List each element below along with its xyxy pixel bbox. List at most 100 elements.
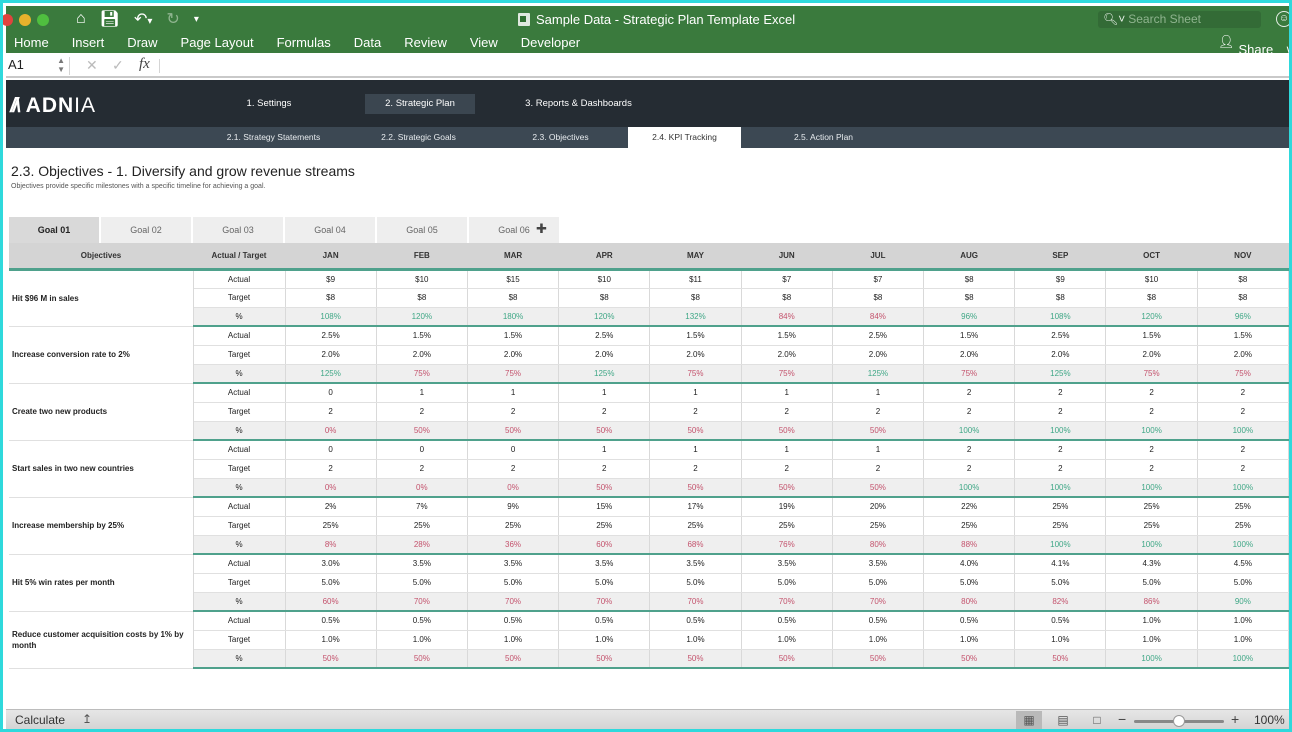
goal-tab-04[interactable]: Goal 04 (285, 217, 375, 243)
row-type-label[interactable]: Actual (193, 383, 286, 403)
row-type-label[interactable]: Target (193, 345, 286, 365)
page-break-view-button[interactable]: □ (1084, 711, 1110, 729)
pct-cell[interactable]: 75% (923, 364, 1016, 384)
actual-cell[interactable]: 1 (741, 440, 833, 460)
actual-cell[interactable]: 0 (376, 440, 468, 460)
pct-cell[interactable]: 50% (649, 421, 742, 441)
home-icon[interactable]: ⌂ (76, 10, 86, 28)
target-cell[interactable]: 2 (741, 402, 833, 422)
pct-cell[interactable]: 60% (285, 592, 377, 612)
row-type-label[interactable]: % (193, 478, 286, 498)
actual-cell[interactable]: 1.0% (1197, 611, 1289, 631)
ribbon-tab-review[interactable]: Review (404, 35, 447, 50)
pct-cell[interactable]: 36% (467, 535, 560, 555)
actual-cell[interactable]: 1.5% (1105, 326, 1198, 346)
pct-cell[interactable]: 75% (1197, 364, 1289, 384)
pct-cell[interactable]: 0% (376, 478, 468, 498)
actual-cell[interactable]: $10 (558, 269, 651, 289)
ribbon-tab-data[interactable]: Data (354, 35, 381, 50)
actual-cell[interactable]: 4.1% (1014, 554, 1107, 574)
actual-cell[interactable]: 25% (1014, 497, 1107, 517)
pct-cell[interactable]: 50% (467, 421, 560, 441)
actual-cell[interactable]: 1.5% (1197, 326, 1289, 346)
actual-cell[interactable]: $10 (1105, 269, 1198, 289)
pct-cell[interactable]: 86% (1105, 592, 1198, 612)
ribbon-tab-home[interactable]: Home (14, 35, 49, 50)
normal-view-button[interactable]: ▦ (1016, 711, 1042, 729)
pct-cell[interactable]: 125% (285, 364, 377, 384)
actual-cell[interactable]: 7% (376, 497, 468, 517)
target-cell[interactable]: $8 (285, 288, 377, 308)
target-cell[interactable]: 1.0% (741, 630, 833, 650)
actual-cell[interactable]: 19% (741, 497, 833, 517)
target-cell[interactable]: $8 (558, 288, 651, 308)
actual-cell[interactable]: 0 (467, 440, 560, 460)
actual-cell[interactable]: 1 (376, 383, 468, 403)
pct-cell[interactable]: 80% (832, 535, 925, 555)
customize-icon[interactable]: ▾ (194, 14, 199, 25)
actual-cell[interactable]: 0.5% (558, 611, 651, 631)
row-type-label[interactable]: % (193, 421, 286, 441)
target-cell[interactable]: 5.0% (285, 573, 377, 593)
goal-tab-05[interactable]: Goal 05 (377, 217, 467, 243)
target-cell[interactable]: 25% (376, 516, 468, 536)
actual-cell[interactable]: 3.5% (649, 554, 742, 574)
pct-cell[interactable]: 100% (923, 421, 1016, 441)
actual-cell[interactable]: 9% (467, 497, 560, 517)
pct-cell[interactable]: 50% (1014, 649, 1107, 669)
target-cell[interactable]: 1.0% (923, 630, 1016, 650)
target-cell[interactable]: 25% (741, 516, 833, 536)
pct-cell[interactable]: 50% (376, 421, 468, 441)
actual-cell[interactable]: 0.5% (649, 611, 742, 631)
pct-cell[interactable]: 60% (558, 535, 651, 555)
pct-cell[interactable]: 50% (741, 478, 833, 498)
actual-cell[interactable]: 3.5% (741, 554, 833, 574)
pct-cell[interactable]: 100% (1197, 535, 1289, 555)
target-cell[interactable]: $8 (649, 288, 742, 308)
target-cell[interactable]: $8 (923, 288, 1016, 308)
actual-cell[interactable]: 2.5% (1014, 326, 1107, 346)
row-type-label[interactable]: Actual (193, 611, 286, 631)
target-cell[interactable]: 2.0% (558, 345, 651, 365)
row-type-label[interactable]: Actual (193, 554, 286, 574)
actual-cell[interactable]: 25% (1105, 497, 1198, 517)
actual-cell[interactable]: 0.5% (376, 611, 468, 631)
pct-cell[interactable]: 120% (376, 307, 468, 327)
sub-tab-action-plan[interactable]: 2.5. Action Plan (761, 127, 886, 148)
target-cell[interactable]: 25% (1014, 516, 1107, 536)
target-cell[interactable]: 2.0% (649, 345, 742, 365)
target-cell[interactable]: 2.0% (832, 345, 925, 365)
pct-cell[interactable]: 108% (1014, 307, 1107, 327)
actual-cell[interactable]: 1.5% (649, 326, 742, 346)
pct-cell[interactable]: 80% (923, 592, 1016, 612)
sub-tab-strategy-statements[interactable]: 2.1. Strategy Statements (206, 127, 341, 148)
pct-cell[interactable]: 50% (376, 649, 468, 669)
pct-cell[interactable]: 75% (741, 364, 833, 384)
row-type-label[interactable]: % (193, 649, 286, 669)
target-cell[interactable]: 1.0% (832, 630, 925, 650)
actual-cell[interactable]: 1.5% (376, 326, 468, 346)
actual-cell[interactable]: $9 (1014, 269, 1107, 289)
pct-cell[interactable]: 100% (1105, 535, 1198, 555)
objective-name[interactable]: Increase conversion rate to 2% (9, 326, 194, 384)
pct-cell[interactable]: 50% (649, 478, 742, 498)
main-tab-strategic-plan[interactable]: 2. Strategic Plan (365, 94, 475, 114)
target-cell[interactable]: 2 (285, 459, 377, 479)
actual-cell[interactable]: 2% (285, 497, 377, 517)
actual-cell[interactable]: $9 (285, 269, 377, 289)
pct-cell[interactable]: 50% (832, 649, 925, 669)
pct-cell[interactable]: 90% (1197, 592, 1289, 612)
target-cell[interactable]: 2 (376, 402, 468, 422)
target-cell[interactable]: 1.0% (376, 630, 468, 650)
minimize-window-button[interactable] (19, 14, 31, 26)
target-cell[interactable]: 2.0% (741, 345, 833, 365)
save-icon[interactable]: 💾︎ (100, 9, 120, 29)
target-cell[interactable]: $8 (832, 288, 925, 308)
actual-cell[interactable]: 20% (832, 497, 925, 517)
actual-cell[interactable]: 4.3% (1105, 554, 1198, 574)
calculate-button[interactable]: Calculate (15, 713, 65, 727)
name-box[interactable]: A1 ▲ ▼ (6, 56, 70, 75)
objective-name[interactable]: Create two new products (9, 383, 194, 441)
pct-cell[interactable]: 100% (1197, 649, 1289, 669)
actual-cell[interactable]: $7 (741, 269, 833, 289)
